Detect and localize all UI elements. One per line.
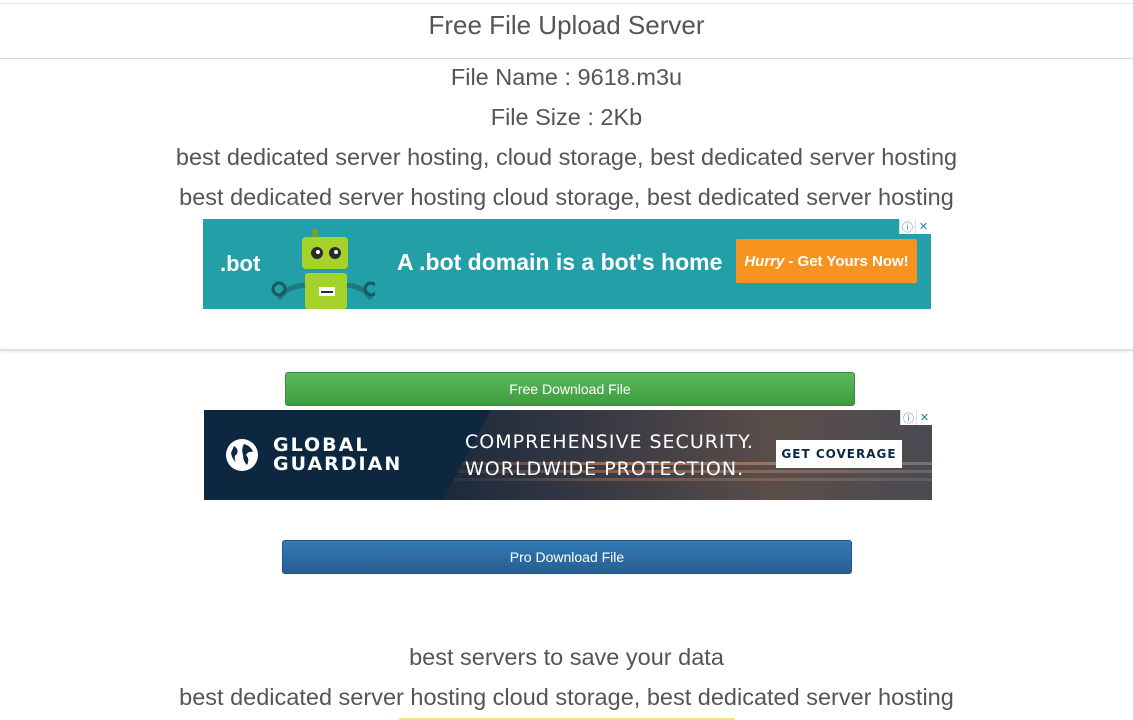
bot-ad-cta-button[interactable]: Hurry - Get Yours Now! [736,239,917,283]
bot-domain-ad[interactable]: .bot A .bot domain is a bot's home Hurry… [203,219,931,309]
section-divider [0,349,1133,351]
footer-line-2: best dedicated server hosting cloud stor… [179,684,954,710]
robot-icon [271,229,375,309]
guardian-headline-line2: WORLDWIDE PROTECTION. [465,458,745,480]
promo-line-1: best dedicated server hosting, cloud sto… [175,144,958,170]
file-size-label: File Size : 2Kb [490,104,643,130]
footer-line-1: best servers to save your data [409,644,724,670]
header-divider [0,58,1133,59]
global-guardian-ad[interactable]: GLOBAL GUARDIAN COMPREHENSIVE SECURITY. … [204,410,932,500]
info-icon[interactable]: ⓘ [899,219,915,234]
guardian-brand: GLOBAL GUARDIAN [273,436,402,474]
get-coverage-button[interactable]: GET COVERAGE [776,440,902,468]
bot-ad-headline: A .bot domain is a bot's home [397,249,723,275]
file-name-label: File Name : 9618.m3u [450,64,683,90]
ad-badges: ⓘ ✕ [900,410,932,425]
page-title: Free File Upload Server [428,10,705,40]
guardian-headline-line1: COMPREHENSIVE SECURITY. [465,431,754,453]
close-icon[interactable]: ✕ [916,410,932,425]
free-download-button[interactable]: Free Download File [285,372,855,406]
ad-badges: ⓘ ✕ [899,219,931,234]
bot-ad-cta-emphasis: Hurry [744,252,785,270]
close-icon[interactable]: ✕ [915,219,931,234]
info-icon[interactable]: ⓘ [900,410,916,425]
top-border [0,3,1133,4]
bot-ad-logo: .bot [220,251,261,276]
promo-line-2: best dedicated server hosting cloud stor… [179,184,954,210]
pro-download-button[interactable]: Pro Download File [282,540,852,574]
globe-icon [226,439,258,471]
bot-ad-cta-text: - Get Yours Now! [788,252,909,270]
guardian-brand-line2: GUARDIAN [273,453,403,475]
guardian-headline: COMPREHENSIVE SECURITY. WORLDWIDE PROTEC… [465,429,754,483]
